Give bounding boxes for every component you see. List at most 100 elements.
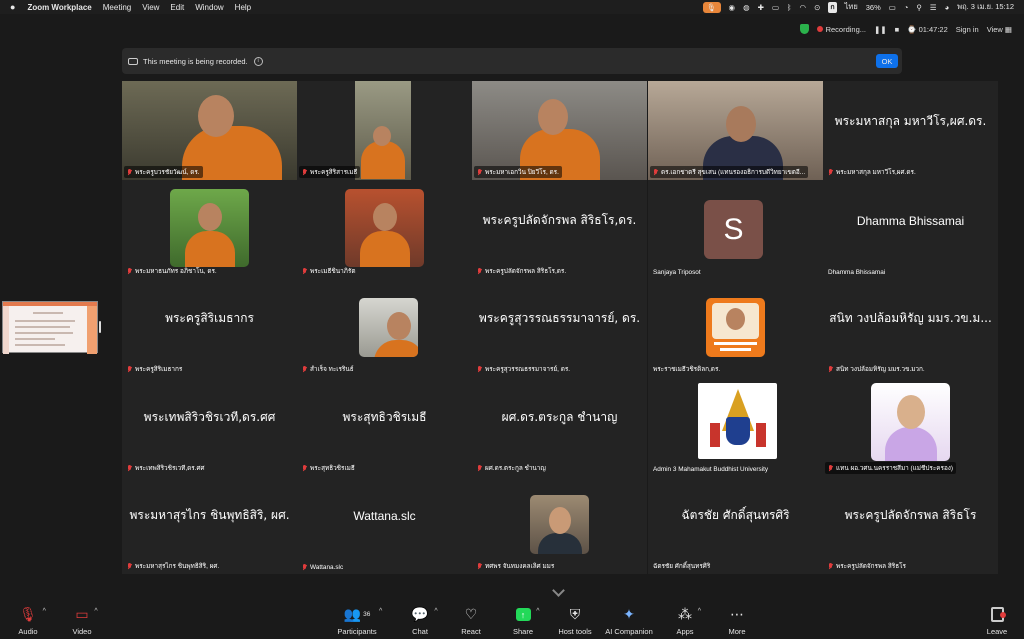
battery-icon[interactable]: ▭ xyxy=(889,3,896,12)
apps-button[interactable]: ⁂ ^ Apps xyxy=(658,606,712,636)
participant-tile[interactable]: พระมหาสุรไกร ชินพุทธิสิริ, ผศ. พระมหาสุรไ… xyxy=(122,475,297,574)
participants-button[interactable]: 👥 36 ^ Participants xyxy=(330,606,384,636)
participants-icon: 👥 36 ^ xyxy=(343,606,383,622)
user-icon[interactable]: ◕ xyxy=(945,3,950,12)
participant-tile[interactable]: พระราชเมธีวชิรดิลก,ดร. xyxy=(648,278,823,377)
participant-display-name: พระครูปลัดจักรพล สิริธโร,ดร. xyxy=(482,213,637,227)
participant-name: พระเทพสิริวชิรเวที,ดร.ศศ xyxy=(135,465,205,472)
wifi-icon[interactable]: ◔ xyxy=(904,3,909,12)
apple-icon[interactable]: ● xyxy=(10,2,15,12)
participant-name-label: พระเมธีชินาภิรัต xyxy=(299,265,358,277)
menubar-clock[interactable]: พฤ. 3 เม.ย. 15:12 xyxy=(957,1,1014,13)
participant-tile[interactable]: พระเมธีชินาภิรัต xyxy=(297,180,472,279)
sign-in-link[interactable]: Sign in xyxy=(956,25,979,34)
control-center-icon[interactable]: ☰ xyxy=(930,3,937,12)
participant-tile[interactable]: สนิท วงปล้อมหิรัญ มมร.วข.ม... สนิท วงปล้อ… xyxy=(823,278,998,377)
menu-window[interactable]: Window xyxy=(195,3,223,12)
menu-help[interactable]: Help xyxy=(235,3,251,12)
keyboard-input-icon[interactable]: ก xyxy=(828,1,837,13)
recording-banner: This meeting is being recorded. i OK xyxy=(122,48,902,74)
zoom-status-icon[interactable]: ◉ xyxy=(729,3,736,12)
host-tools-button[interactable]: ⛨ Host tools xyxy=(548,606,602,636)
participant-tile[interactable]: พระครูสุวรรณธรรมาจารย์, ดร. พระครูสุวรรณธ… xyxy=(472,278,647,377)
participant-name-label: Dhamma Bhissamai xyxy=(825,268,888,277)
participant-tile[interactable]: แทน ผอ.วศน.นครราชสีมา (แม่ชีประครอง) xyxy=(823,377,998,476)
apps-icon: ⁂ ^ xyxy=(678,606,701,622)
participant-name: แทน ผอ.วศน.นครราชสีมา (แม่ชีประครอง) xyxy=(836,465,954,472)
share-arrow-icon: ↑ ^ xyxy=(515,606,540,623)
share-button[interactable]: ↑ ^ Share xyxy=(496,606,550,636)
video-button[interactable]: ▭ ^ Video xyxy=(55,606,109,636)
spotlight-icon[interactable]: ⚲ xyxy=(916,3,922,12)
gallery-grid: พระครูบวรชัยวัฒน์, ดร. พระครูสิริสารเมธีพ… xyxy=(122,81,998,574)
participant-tile[interactable]: พระครูสิริสารเมธี xyxy=(297,81,472,180)
chat-icon: 💬 ^ xyxy=(411,606,438,622)
participant-tile[interactable]: ดร.เอกชาตรี สุขเสน (แทนรองอธิการบดีวิทยา… xyxy=(648,81,823,180)
menu-meeting[interactable]: Meeting xyxy=(103,3,131,12)
participant-tile[interactable]: Dhamma Bhissamai Dhamma Bhissamai xyxy=(823,180,998,279)
leave-button[interactable]: Leave xyxy=(970,606,1024,636)
mic-muted-icon xyxy=(302,365,307,373)
mic-muted-icon xyxy=(127,464,132,472)
participant-tile[interactable]: พระสุทธิวชิรเมธี พระสุทธิวชิรเมธี xyxy=(297,377,472,476)
meeting-toolbar: 🎙 ^ Audio ▭ ^ Video 👥 36 ^ Participants 💬 ^ C… xyxy=(0,600,1024,639)
participant-tile[interactable]: สำเร็จ ทะเรรินธ์ xyxy=(297,278,472,377)
participant-name: สำเร็จ ทะเรรินธ์ xyxy=(310,366,354,373)
menu-edit[interactable]: Edit xyxy=(170,3,184,12)
participant-tile[interactable]: พระมหาสกุล มหาวีโร,ผศ.ดร. พระมหาสกุล มหาว… xyxy=(823,81,998,180)
stop-recording-icon[interactable]: ■ xyxy=(895,25,900,34)
view-button[interactable]: View ▦ xyxy=(987,25,1012,34)
thumbnail-drag-handle[interactable] xyxy=(99,321,101,333)
mic-in-use-icon[interactable]: 🎙 xyxy=(702,1,721,13)
participant-tile[interactable]: พระมหาเอกวิน ปิยวีโร, ดร. xyxy=(472,81,647,180)
participant-name-label: พระครูสุวรรณธรรมาจารย์, ดร. xyxy=(474,363,573,375)
menu-view[interactable]: View xyxy=(142,3,159,12)
participant-tile[interactable]: พระมหาธนภัทร อภิชาโน, ดร. xyxy=(122,180,297,279)
participant-name-label: พระครูบวรชัยวัฒน์, ดร. xyxy=(124,166,203,178)
participant-name: ฉัตรชัย ศักดิ์สุนทรศิริ xyxy=(653,563,711,570)
chat-button[interactable]: 💬 ^ Chat xyxy=(393,606,447,636)
bluetooth-icon[interactable]: ᛒ xyxy=(787,3,792,12)
shared-screen-thumbnail[interactable] xyxy=(2,301,98,354)
encryption-shield-icon[interactable] xyxy=(800,24,810,34)
chat-status-icon[interactable]: ◍ xyxy=(743,3,750,12)
participant-name: พระครูสุวรรณธรรมาจารย์, ดร. xyxy=(485,366,571,373)
participant-tile[interactable]: ฉัตรชัย ศักดิ์สุนทรศิริ ฉัตรชัย ศักดิ์สุน… xyxy=(648,475,823,574)
mic-muted-icon xyxy=(302,168,307,176)
more-button[interactable]: ⋯ More xyxy=(710,606,764,636)
collapse-toolbar-chevron-icon[interactable] xyxy=(552,586,566,594)
participant-avatar: S xyxy=(704,200,763,259)
mic-muted-icon xyxy=(828,464,833,472)
participant-tile[interactable]: ทศพร จันทมงคลเลิศ มมร xyxy=(472,475,647,574)
input-language[interactable]: ไทย xyxy=(845,1,858,13)
participant-tile[interactable]: พระครูสิริเมธากร พระครูสิริเมธากร xyxy=(122,278,297,377)
participant-tile[interactable]: S Sanjaya Triposot xyxy=(648,180,823,279)
banner-ok-button[interactable]: OK xyxy=(876,54,898,68)
info-icon[interactable]: i xyxy=(253,56,263,66)
headphones-icon[interactable]: ◠ xyxy=(800,3,807,12)
participant-display-name: สนิท วงปล้อมหิรัญ มมร.วข.ม... xyxy=(829,311,992,325)
participant-name: พระครูปลัดจักรพล สิริธโร xyxy=(836,563,906,570)
mic-muted-icon xyxy=(127,168,132,176)
participant-tile[interactable]: พระครูปลัดจักรพล สิริธโร,ดร. พระครูปลัดจั… xyxy=(472,180,647,279)
mic-muted-icon xyxy=(477,562,482,570)
pause-recording-icon[interactable]: ❚❚ xyxy=(874,25,887,34)
recording-indicator[interactable]: Recording... xyxy=(817,25,866,34)
airplay-icon[interactable]: ▭ xyxy=(772,3,779,12)
mic-muted-icon xyxy=(127,562,132,570)
participant-tile[interactable]: พระครูปลัดจักรพล สิริธโร พระครูปลัดจักรพล… xyxy=(823,475,998,574)
participant-display-name: Dhamma Bhissamai xyxy=(856,213,965,228)
react-button[interactable]: ♡ React xyxy=(444,606,498,636)
audio-button[interactable]: 🎙 ^ Audio xyxy=(1,606,55,636)
participant-tile[interactable]: Wattana.slc Wattana.slc xyxy=(297,475,472,574)
participant-tile[interactable]: พระเทพสิริวชิรเวที,ดร.ศศ พระเทพสิริวชิรเว… xyxy=(122,377,297,476)
participant-tile[interactable]: ผศ.ดร.ตระกูล ชำนาญ ผศ.ดร.ตระกูล ชำนาญ xyxy=(472,377,647,476)
participant-tile[interactable]: Admin 3 Mahamakut Buddhist University xyxy=(648,377,823,476)
ai-companion-button[interactable]: ✦ AI Companion xyxy=(602,606,656,636)
app-menu[interactable]: Zoom Workplace xyxy=(27,3,91,12)
participant-name: พระสุทธิวชิรเมธี xyxy=(310,465,355,472)
macos-menubar: ● Zoom Workplace Meeting View Edit Windo… xyxy=(0,0,1024,14)
lock-icon[interactable]: ⊙ xyxy=(814,3,820,12)
participant-tile[interactable]: พระครูบวรชัยวัฒน์, ดร. xyxy=(122,81,297,180)
shield-status-icon[interactable]: ✚ xyxy=(758,3,764,12)
